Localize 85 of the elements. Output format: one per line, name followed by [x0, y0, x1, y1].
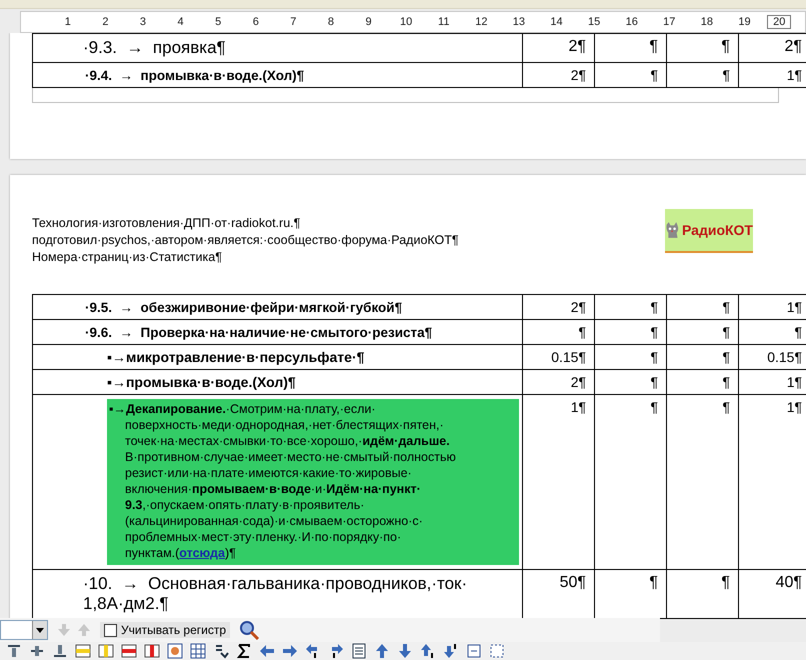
align-middle-icon[interactable] [29, 643, 45, 659]
sum-icon[interactable] [236, 643, 252, 659]
table-cell: ¶ [650, 324, 658, 340]
grid-icon[interactable] [190, 643, 206, 659]
ruler-number: 20 [767, 15, 792, 29]
search-icon[interactable] [238, 620, 260, 640]
table-cell: 1¶ [786, 399, 802, 415]
table-cell: 0.15¶ [551, 349, 586, 365]
ruler-number: 13 [512, 16, 526, 28]
match-case-checkbox[interactable]: Учитывать регистр [100, 622, 230, 638]
table-cell: 2¶ [570, 374, 586, 390]
step-text: ·9.6. → Проверка·на·наличие·не·смытого·резиста¶ [84, 325, 432, 340]
link[interactable]: отсюда [179, 546, 225, 560]
table-icon[interactable] [167, 643, 183, 659]
arrow-up-icon[interactable] [420, 643, 436, 659]
list-icon[interactable] [351, 643, 367, 659]
table-cell: ¶ [578, 324, 586, 340]
align-bottom-icon[interactable] [52, 643, 68, 659]
ruler-number: 10 [399, 16, 414, 28]
table-cell: ¶ [722, 67, 730, 83]
step-text: ·9.3. → проявка¶ [82, 38, 226, 58]
table-cell: ¶ [721, 38, 730, 55]
ruler-number: 5 [214, 16, 222, 28]
table-cell: ¶ [722, 374, 730, 390]
ruler-number: 4 [176, 16, 185, 28]
ruler-number: 17 [662, 16, 676, 28]
ruler-number: 8 [326, 16, 336, 28]
table-cell: ¶ [650, 67, 658, 83]
ruler-number: 11 [437, 16, 450, 28]
ruler-number: 15 [586, 16, 602, 28]
table-cell: ¶ [722, 324, 730, 340]
header-line: подготовил·psychos,·автором·является:·сообщество·форума·РадиоКОТ¶ [32, 232, 459, 249]
table-cell: 1¶ [570, 399, 586, 415]
table-cell: 2¶ [570, 67, 586, 83]
caret-icon[interactable] [36, 628, 44, 632]
table-cell: ¶ [650, 374, 658, 390]
table-cell: 1¶ [786, 299, 802, 315]
ruler-number: 18 [700, 16, 714, 28]
table-cell: ¶ [722, 299, 730, 315]
insert-row-icon[interactable] [75, 643, 91, 659]
table-cell: ¶ [650, 399, 658, 415]
table-cell: ¶ [794, 324, 802, 340]
ruler-number: 19 [737, 16, 752, 28]
delete-column-icon[interactable] [144, 643, 160, 659]
table-cell: 1¶ [786, 67, 802, 83]
ruler-number: 2 [101, 16, 110, 28]
table-cell: ¶ [722, 399, 730, 415]
table-cell: 40¶ [776, 574, 802, 591]
ruler-number: 12 [474, 16, 488, 28]
table-cell: ¶ [649, 38, 658, 55]
ruler-number: 9 [364, 16, 373, 28]
table-cell: ¶ [721, 574, 730, 591]
insert-column-icon[interactable] [98, 643, 114, 659]
align-top-icon[interactable] [6, 643, 22, 659]
step-text: ·10. → Основная·гальваника·проводников,·ток· 1,8А·дм2.¶ [82, 574, 468, 614]
ruler-number: 6 [252, 16, 260, 28]
ruler-number: 16 [624, 16, 639, 28]
highlighted-paragraph: ▪→Декапирование.·Смотрим·на·плату,·если· поверхность·меди·однородная,·нет·блестящих·пятен,· точек·на·местах·смывки·то·все·хорошо,·идём·дальше. В·противном·случае·имеет·место·не·смытый·полностью резист·или·на·плате·имеются·какие·то·жировые· включения·промываем·в·воде·и·Идём·на·пункт· 9.3,·опускаем·опять·плату·в·проявитель· (кальцинированная·сода)·и·смываем·осторожно·с· проблемных·мест·эту·пленку.·И·по·порядку·по· пунктам.(отсюда)¶ [107, 399, 519, 565]
arrow-down-icon[interactable] [443, 643, 459, 659]
table-cell: ¶ [650, 299, 658, 315]
delete-row-icon[interactable] [121, 643, 137, 659]
step-text: ·9.5. → обезжиривоние·фейри·мягкой·губкой¶ [84, 300, 402, 315]
frame-icon[interactable] [489, 643, 505, 659]
ruler-number: 14 [549, 16, 564, 28]
table-cell: ¶ [650, 349, 658, 365]
table-cell: 1¶ [786, 374, 802, 390]
table-cell: 2¶ [568, 38, 586, 55]
sort-icon[interactable] [213, 643, 229, 659]
table-cell: ¶ [722, 349, 730, 365]
header-line: Технология·изготовления·ДПП·от·radiokot.ru.¶ [32, 215, 302, 232]
ruler-number: 7 [289, 16, 298, 28]
step-text: ▪→промывка·в·воде.(Хол)¶ [106, 374, 296, 390]
step-text: ·9.4. → промывка·в·воде.(Хол)¶ [84, 68, 304, 83]
table-cell: 2¶ [570, 299, 586, 315]
table-cell: 50¶ [560, 574, 586, 591]
search-field[interactable] [0, 620, 48, 640]
header-line: Номера·страниц·из·Статистика¶ [32, 249, 223, 266]
logo-text: РадиоКОТ [682, 222, 753, 238]
table-cell: 0.15¶ [767, 349, 802, 365]
ruler-number: 1 [64, 16, 72, 28]
frame-icon[interactable] [466, 643, 482, 659]
table-cell: 2¶ [784, 38, 802, 55]
ruler-number: 3 [138, 16, 148, 28]
step-text: ▪→микротравление·в·персульфате·¶ [106, 349, 364, 365]
table-cell: ¶ [649, 574, 658, 591]
